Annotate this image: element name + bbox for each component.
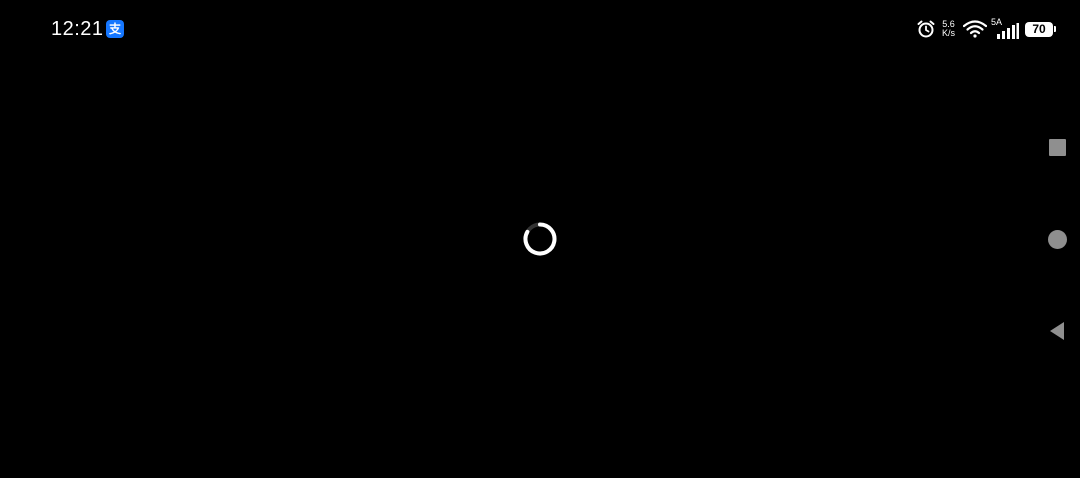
circle-icon [1047, 229, 1067, 249]
status-time: 12:21 [51, 18, 104, 40]
wifi-icon [963, 20, 987, 38]
home-button[interactable] [1042, 224, 1072, 254]
network-speed: 5.6 K/s [942, 20, 955, 38]
status-icons: 5.6 K/s 5A 70 [916, 16, 1056, 42]
screen: 12:21 支 5.6 K/s 5A 70 [0, 0, 1080, 478]
navigation-bar [1036, 0, 1080, 478]
recent-apps-button[interactable] [1042, 132, 1072, 162]
network-speed-unit: K/s [941, 28, 955, 38]
back-triangle-icon [1050, 322, 1064, 340]
alipay-notification-icon: 支 [106, 20, 124, 38]
alarm-icon [917, 20, 935, 38]
status-bar: 12:21 支 5.6 K/s 5A 70 [0, 0, 1080, 58]
back-button[interactable] [1042, 316, 1072, 346]
cellular-signal: 5A [991, 17, 1019, 39]
square-icon [1048, 138, 1066, 156]
signal-bars-icon [997, 23, 1019, 39]
loading-spinner-icon [523, 222, 557, 256]
